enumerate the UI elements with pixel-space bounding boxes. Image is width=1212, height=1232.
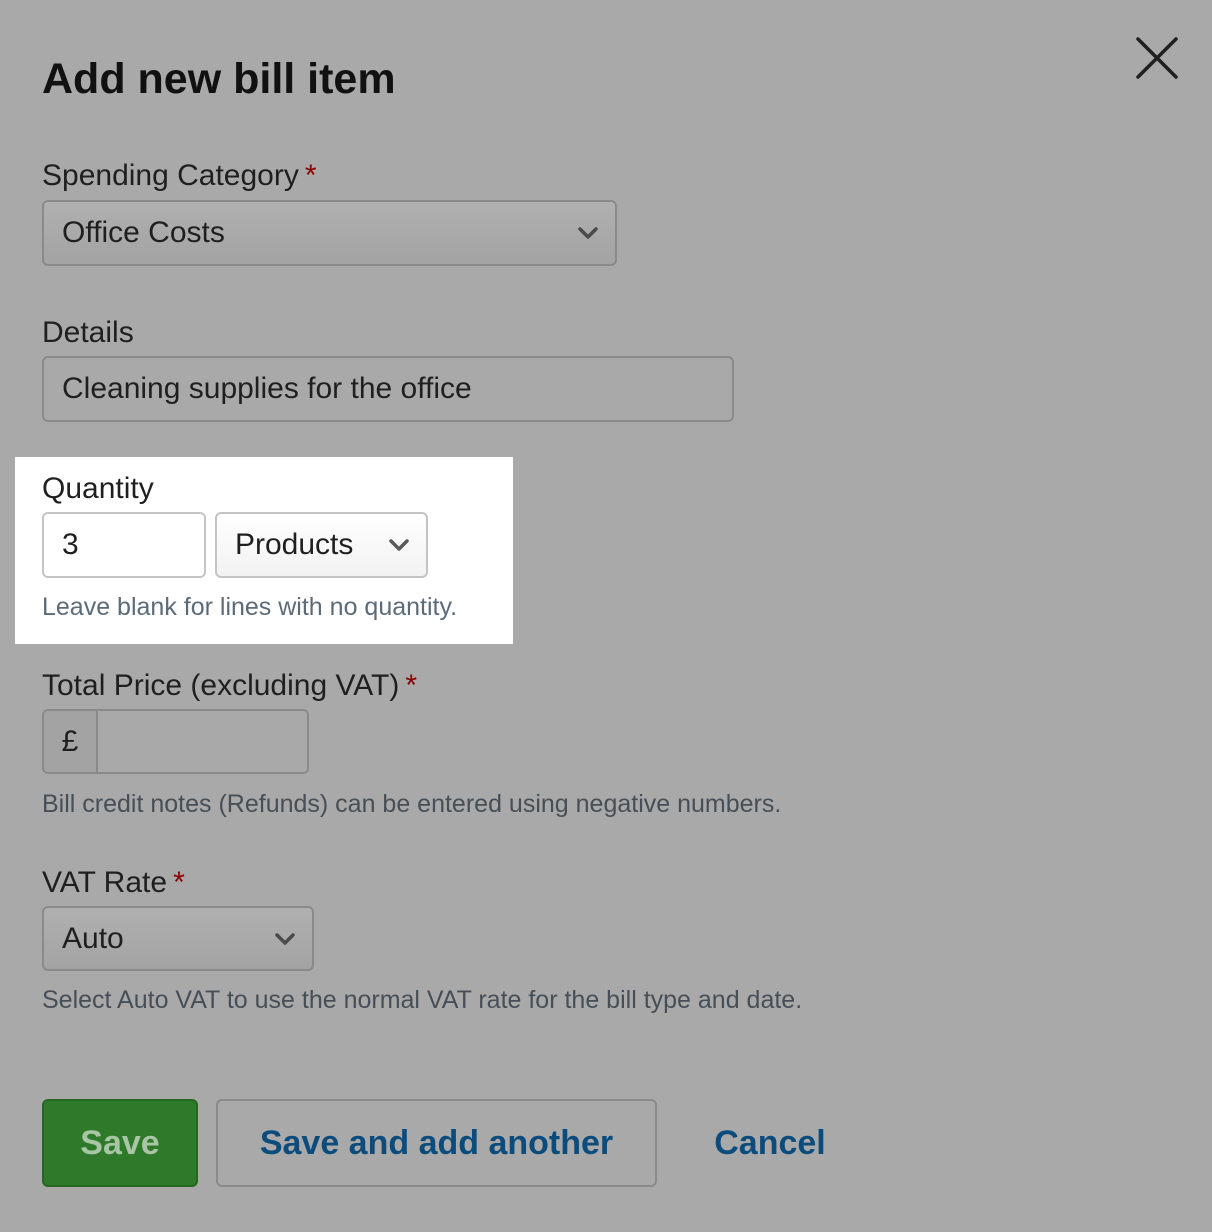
close-icon <box>1136 37 1178 79</box>
currency-symbol: £ <box>44 711 98 772</box>
close-button[interactable] <box>1132 33 1182 83</box>
details-label: Details <box>42 316 134 349</box>
quantity-input[interactable]: 3 <box>42 512 206 578</box>
total-price-label-text: Total Price (excluding VAT) <box>42 669 400 702</box>
vat-rate-label: VAT Rate * <box>42 865 185 901</box>
dialog-title: Add new bill item <box>42 55 396 103</box>
vat-rate-hint: Select Auto VAT to use the normal VAT ra… <box>42 986 803 1014</box>
chevron-down-icon <box>275 932 295 945</box>
spending-category-select[interactable]: Office Costs <box>42 200 617 266</box>
details-input[interactable]: Cleaning supplies for the office <box>42 356 734 422</box>
total-price-input[interactable] <box>98 711 307 772</box>
chevron-down-icon <box>389 539 409 551</box>
quantity-hint: Leave blank for lines with no quantity. <box>42 593 458 621</box>
quantity-label: Quantity <box>42 472 154 505</box>
save-button[interactable]: Save <box>42 1099 198 1187</box>
quantity-unit-select[interactable]: Products <box>215 512 428 578</box>
vat-rate-value: Auto <box>62 921 124 955</box>
spending-category-value: Office Costs <box>62 216 225 249</box>
save-and-add-another-button[interactable]: Save and add another <box>216 1099 657 1187</box>
cancel-button[interactable]: Cancel <box>690 1099 850 1187</box>
quantity-unit-value: Products <box>235 528 354 561</box>
chevron-down-icon <box>578 227 598 239</box>
details-value: Cleaning supplies for the office <box>62 372 472 405</box>
spending-category-label-text: Spending Category <box>42 159 299 192</box>
total-price-label: Total Price (excluding VAT) * <box>42 668 417 704</box>
quantity-value: 3 <box>62 528 79 561</box>
required-marker: * <box>405 669 418 702</box>
add-bill-item-dialog: Add new bill item Spending Category * Off… <box>0 0 1212 1232</box>
vat-rate-select[interactable]: Auto <box>42 906 314 971</box>
required-marker: * <box>304 159 317 192</box>
required-marker: * <box>173 866 185 899</box>
spending-category-label: Spending Category * <box>42 158 317 194</box>
total-price-field: £ <box>42 709 309 774</box>
total-price-hint: Bill credit notes (Refunds) can be enter… <box>42 790 782 818</box>
vat-rate-label-text: VAT Rate <box>42 866 168 899</box>
